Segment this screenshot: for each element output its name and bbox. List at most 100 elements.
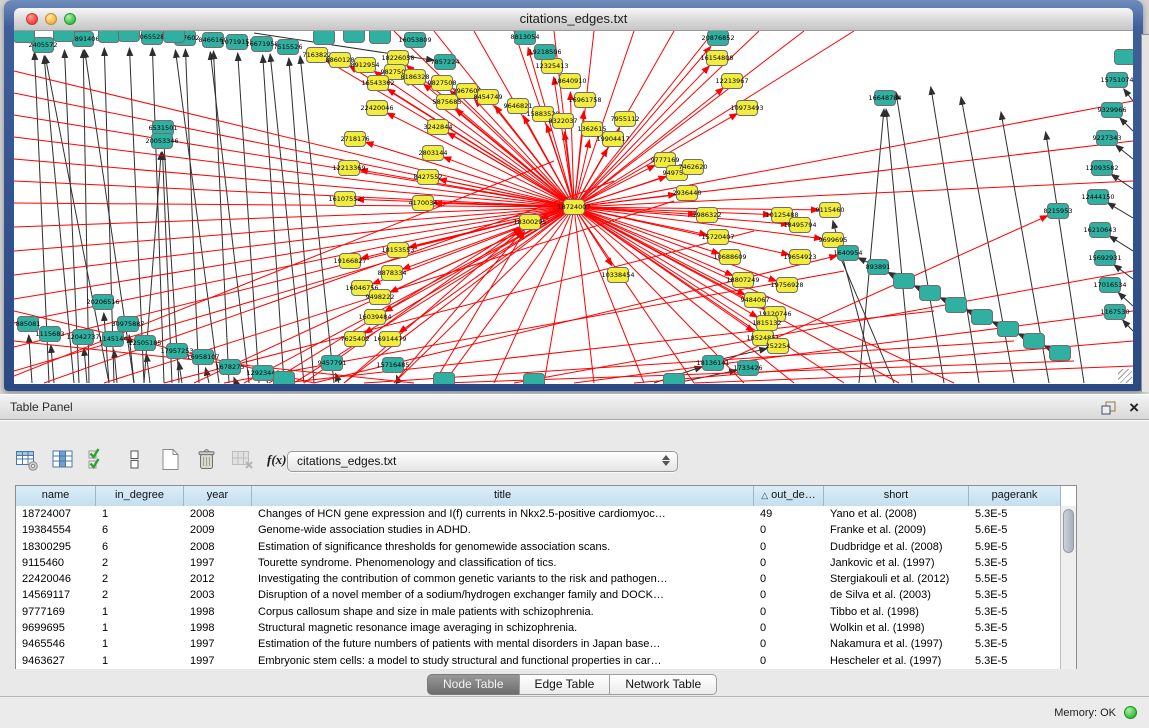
table-cell-name[interactable]: 9463627	[16, 653, 96, 669]
table-cell-out_degree[interactable]: 0	[754, 636, 824, 652]
table-row[interactable]: 977716911998Corpus callosum shape and si…	[16, 604, 1061, 620]
network-node[interactable]: 12325413	[535, 59, 568, 74]
table-cell-in_degree[interactable]: 1	[96, 636, 184, 652]
network-node[interactable]	[1024, 334, 1045, 349]
table-cell-in_degree[interactable]: 1	[96, 604, 184, 620]
select-mode-icon[interactable]	[85, 446, 112, 473]
table-cell-title[interactable]: Tourette syndrome. Phenomenology and cla…	[252, 555, 754, 571]
network-node[interactable]: 5875685	[433, 95, 462, 110]
tab-node-table[interactable]: Node Table	[427, 674, 520, 695]
network-node[interactable]: 1815132	[753, 316, 782, 331]
network-node[interactable]: 1145144	[99, 332, 128, 347]
network-node[interactable]: 15751074	[1100, 73, 1133, 88]
table-cell-in_degree[interactable]: 2	[96, 555, 184, 571]
table-cell-year[interactable]: 2008	[184, 506, 252, 522]
network-node[interactable]: 9498222	[366, 290, 395, 305]
network-node[interactable]	[370, 31, 391, 44]
network-node[interactable]: 30975887	[111, 317, 144, 332]
network-node[interactable]: 10338454	[601, 268, 634, 283]
table-cell-out_degree[interactable]: 0	[754, 620, 824, 636]
table-cell-pagerank[interactable]: 5.6E-5	[969, 522, 1061, 538]
table-cell-out_degree[interactable]: 0	[754, 522, 824, 538]
table-cell-pagerank[interactable]: 5.5E-5	[969, 571, 1061, 587]
table-cell-name[interactable]: 9699695	[16, 620, 96, 636]
network-node[interactable]: 1733426	[734, 361, 763, 376]
table-row[interactable]: 969969511998Structural magnetic resonanc…	[16, 620, 1061, 636]
network-node[interactable]: 12444150	[1081, 190, 1114, 205]
table-row[interactable]: 946554611997Estimation of the future num…	[16, 636, 1061, 652]
table-cell-out_degree[interactable]: 0	[754, 587, 824, 603]
network-node[interactable]	[119, 31, 140, 42]
table-cell-pagerank[interactable]: 5.3E-5	[969, 653, 1061, 669]
table-row[interactable]: 946362711997Embryonic stem cells: a mode…	[16, 653, 1061, 669]
table-cell-name[interactable]: 14569117	[16, 587, 96, 603]
network-node[interactable]	[920, 286, 941, 301]
network-node[interactable]: 8813054	[511, 31, 540, 45]
network-node[interactable]	[894, 274, 915, 289]
network-node[interactable]: 15720407	[701, 230, 734, 245]
table-cell-out_degree[interactable]: 0	[754, 539, 824, 555]
network-node[interactable]: 12093582	[1085, 161, 1118, 176]
network-node[interactable]	[99, 31, 120, 43]
network-node[interactable]: 1115683	[36, 327, 65, 342]
table-cell-name[interactable]: 9465546	[16, 636, 96, 652]
network-node[interactable]: 7462620	[679, 160, 708, 175]
table-cell-name[interactable]: 9115460	[16, 555, 96, 571]
column-header-short[interactable]: short	[824, 486, 969, 506]
network-node[interactable]	[946, 298, 967, 313]
table-cell-year[interactable]: 1998	[184, 620, 252, 636]
table-cell-short[interactable]: Stergiakouli et al. (2012)	[824, 571, 969, 587]
network-node[interactable]	[664, 374, 685, 385]
memory-status-indicator[interactable]	[1124, 706, 1137, 719]
network-node[interactable]: 9227343	[1093, 131, 1122, 146]
table-scrollbar[interactable]	[1060, 506, 1076, 669]
table-cell-short[interactable]: Jankovic et al. (1997)	[824, 555, 969, 571]
table-row[interactable]: 911546021997Tourette syndrome. Phenomeno…	[16, 555, 1061, 571]
network-node[interactable]: 9115460	[816, 203, 845, 218]
network-node[interactable]: 17016534	[1093, 278, 1126, 293]
table-cell-short[interactable]: de Silva et al. (2003)	[824, 587, 969, 603]
table-cell-year[interactable]: 2003	[184, 587, 252, 603]
table-cell-title[interactable]: Genome-wide association studies in ADHD.	[252, 522, 754, 538]
table-cell-title[interactable]: Changes of HCN gene expression and I(f) …	[252, 506, 754, 522]
network-node[interactable]	[1050, 346, 1071, 361]
close-panel-icon[interactable]: ×	[1129, 400, 1139, 416]
row-height-icon[interactable]	[121, 446, 148, 473]
column-visibility-icon[interactable]	[49, 446, 76, 473]
network-node[interactable]: 7515526	[274, 40, 303, 55]
table-row[interactable]: 2242004622012Investigating the contribut…	[16, 571, 1061, 587]
table-cell-out_degree[interactable]: 0	[754, 653, 824, 669]
network-node[interactable]	[524, 374, 545, 385]
network-node[interactable]: 19756928	[770, 278, 803, 293]
network-node[interactable]: 9484067	[741, 293, 770, 308]
table-cell-pagerank[interactable]: 5.9E-5	[969, 539, 1061, 555]
network-node[interactable]: 252254	[766, 339, 791, 354]
column-header-in_degree[interactable]: in_degree	[96, 486, 184, 506]
network-node[interactable]	[14, 31, 35, 43]
table-cell-title[interactable]: Estimation of significance thresholds fo…	[252, 539, 754, 555]
network-node[interactable]: 2718176	[341, 132, 370, 147]
network-node[interactable]	[998, 322, 1019, 337]
network-node[interactable]: 2803144	[419, 146, 448, 161]
tab-network-table[interactable]: Network Table	[609, 674, 717, 695]
network-node[interactable]: 7955112	[611, 112, 640, 127]
network-node[interactable]	[1115, 50, 1134, 65]
network-node[interactable]: 7986322	[693, 208, 722, 223]
network-node[interactable]: 12505185	[128, 336, 161, 351]
table-cell-in_degree[interactable]: 2	[96, 571, 184, 587]
table-cell-name[interactable]: 18300295	[16, 539, 96, 555]
scrollbar-thumb[interactable]	[1063, 509, 1074, 553]
table-cell-title[interactable]: Estimation of the future numbers of pati…	[252, 636, 754, 652]
network-node[interactable]: 8322037	[549, 114, 578, 129]
network-node[interactable]: 7625402	[341, 332, 370, 347]
network-node[interactable]: 12213967	[715, 74, 748, 89]
table-cell-name[interactable]: 18724007	[16, 506, 96, 522]
table-cell-title[interactable]: Disruption of a novel member of a sodium…	[252, 587, 754, 603]
network-node[interactable]: 8186328	[401, 70, 430, 85]
network-node[interactable]: 20876852	[701, 31, 734, 46]
column-header-pagerank[interactable]: pagerank	[969, 486, 1061, 506]
network-node[interactable]: 2936440	[673, 186, 702, 201]
table-cell-short[interactable]: Dudbridge et al. (2008)	[824, 539, 969, 555]
table-cell-year[interactable]: 1997	[184, 555, 252, 571]
table-cell-short[interactable]: Hescheler et al. (1997)	[824, 653, 969, 669]
